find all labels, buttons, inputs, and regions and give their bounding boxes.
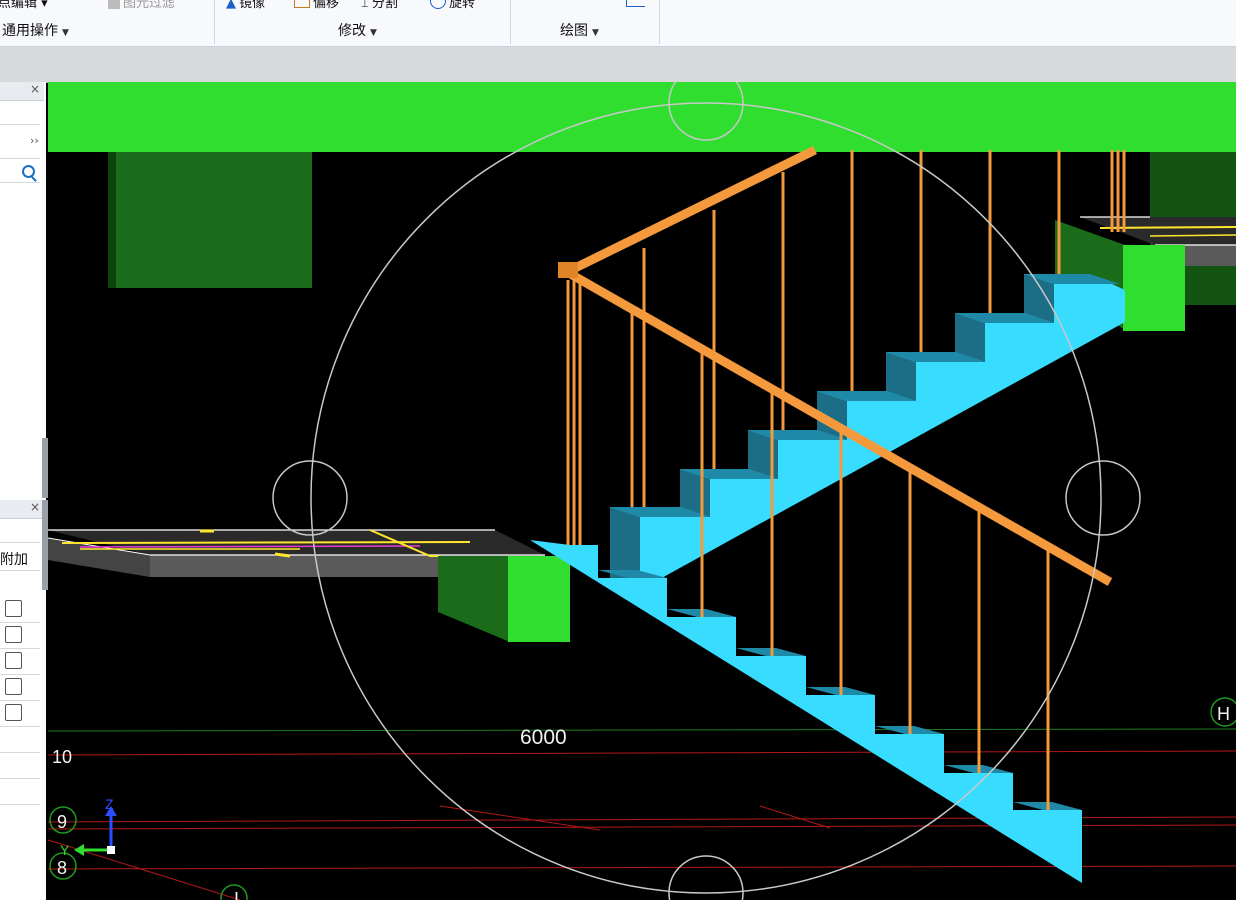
left-panel: × ›› × 附加 [0, 82, 46, 900]
tab-strip [0, 47, 1236, 83]
expand-icon[interactable]: ›› [30, 134, 39, 147]
ribbon-toolbar: 点编辑 ▾ 图元过滤 ▲ 镜像 偏移 ⌶ 分割 旋转 通用操作 ▼ 修改 ▼ 绘图 ▼ [0, 0, 1236, 47]
axis-label-10: 10 [52, 747, 72, 767]
group-draw[interactable]: 绘图 ▼ [560, 20, 599, 40]
divider [0, 752, 40, 753]
axis-label-9: 9 [57, 812, 67, 832]
floor-slab-top [48, 82, 1236, 152]
divider [0, 158, 40, 159]
extra-checkbox[interactable] [5, 678, 22, 695]
extra-checkbox[interactable] [5, 626, 22, 643]
close-icon[interactable]: × [30, 82, 40, 96]
divider [0, 804, 40, 805]
dimension-label: 6000 [520, 726, 567, 749]
close-icon[interactable]: × [30, 500, 40, 514]
axis-label-h: H [1217, 704, 1230, 724]
divider [0, 778, 40, 779]
extra-checkbox[interactable] [5, 652, 22, 669]
search-icon-handle [31, 176, 37, 182]
chevron-down-icon: ▼ [592, 28, 599, 38]
extra-checkbox[interactable] [5, 704, 22, 721]
divider [0, 648, 40, 649]
split-button[interactable]: ⌶ 分割 [361, 0, 398, 11]
axis-label-8: 8 [57, 858, 67, 878]
divider [0, 674, 40, 675]
search-input[interactable] [0, 162, 40, 183]
mirror-icon: ▲ [226, 0, 236, 11]
extra-checkbox[interactable] [5, 600, 22, 617]
rotate-button[interactable]: 旋转 [430, 0, 475, 11]
divider [0, 622, 40, 623]
chevron-down-icon: ▼ [62, 28, 69, 38]
divider [0, 700, 40, 701]
mirror-button[interactable]: ▲ 镜像 [226, 0, 265, 11]
axis-y-label: Y [60, 842, 70, 858]
filter-button[interactable]: 图元过滤 [108, 0, 175, 11]
group-common-ops[interactable]: 通用操作 ▼ [2, 20, 69, 40]
offset-icon [294, 0, 310, 8]
3d-viewport[interactable]: 6000 10 9 8 H I Z Y [48, 82, 1236, 900]
divider [0, 570, 40, 571]
axis-z-label: Z [105, 796, 114, 812]
divider [0, 124, 40, 125]
group-divider [510, 0, 511, 44]
column-header-extra: 附加 [0, 552, 28, 568]
axis-label-i: I [234, 889, 239, 900]
draw-shape-icon[interactable] [626, 0, 645, 7]
chevron-down-icon: ▼ [370, 28, 377, 38]
divider [0, 726, 40, 727]
group-divider [659, 0, 660, 44]
split-icon: ⌶ [361, 0, 369, 11]
panel-header-bottom: × [0, 500, 44, 519]
divider [0, 542, 40, 543]
point-edit-button[interactable]: 点编辑 ▾ [0, 0, 48, 11]
rotate-icon [430, 0, 446, 9]
concrete-column [108, 152, 312, 288]
group-divider [214, 0, 215, 44]
group-modify[interactable]: 修改 ▼ [338, 20, 377, 40]
offset-button[interactable]: 偏移 [294, 0, 339, 11]
panel-header-top: × [0, 82, 44, 101]
filter-icon [108, 0, 120, 9]
